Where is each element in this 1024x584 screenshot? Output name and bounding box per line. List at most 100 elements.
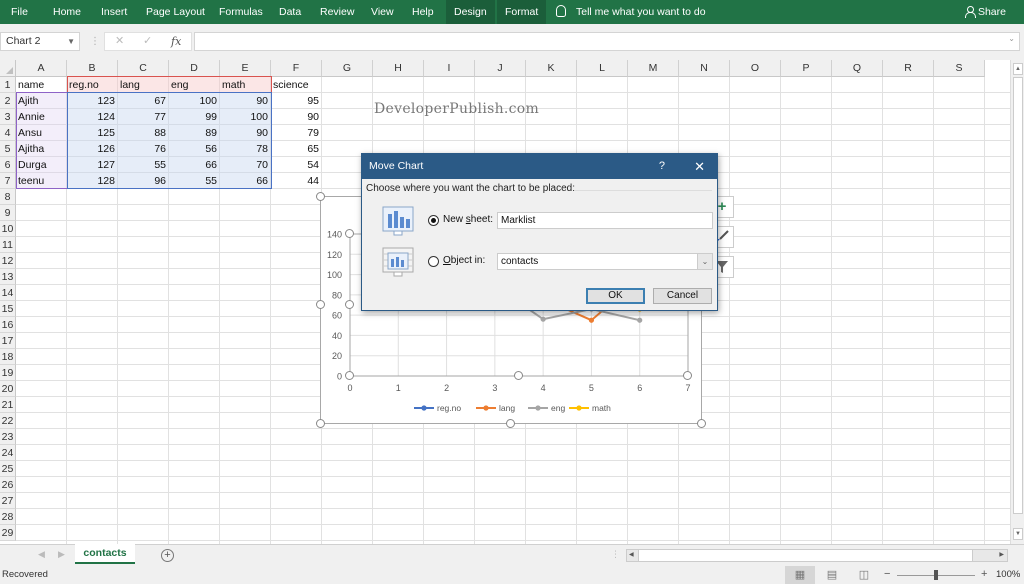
cell-F7[interactable]: 44 [271, 173, 321, 189]
column-header-A[interactable]: A [16, 60, 67, 77]
cell-D7[interactable]: 55 [169, 173, 219, 189]
plot-area-resize-handle[interactable] [683, 371, 692, 380]
chevron-down-icon[interactable]: ▼ [67, 33, 75, 50]
cell-D1[interactable]: eng [169, 77, 219, 93]
row-header-18[interactable]: 18 [0, 349, 16, 365]
cell-A4[interactable]: Ansu [16, 125, 66, 141]
row-header-9[interactable]: 9 [0, 205, 16, 221]
normal-view-button[interactable]: ▦ [785, 566, 815, 584]
next-sheet-icon[interactable]: ▶ [58, 549, 65, 560]
cell-A1[interactable]: name [16, 77, 66, 93]
column-header-E[interactable]: E [220, 60, 271, 77]
row-header-15[interactable]: 15 [0, 301, 16, 317]
cell-F5[interactable]: 65 [271, 141, 321, 157]
row-header-16[interactable]: 16 [0, 317, 16, 333]
column-header-N[interactable]: N [679, 60, 730, 77]
cell-E3[interactable]: 100 [220, 109, 270, 125]
page-layout-view-button[interactable]: ▤ [817, 566, 847, 584]
cell-A6[interactable]: Durga [16, 157, 66, 173]
insert-function-icon[interactable]: fx [171, 33, 181, 50]
cell-D2[interactable]: 100 [169, 93, 219, 109]
row-header-7[interactable]: 7 [0, 173, 16, 189]
cell-C5[interactable]: 76 [118, 141, 168, 157]
expand-formula-icon[interactable]: ⌄ [1008, 34, 1015, 43]
cell-F2[interactable]: 95 [271, 93, 321, 109]
cell-A3[interactable]: Annie [16, 109, 66, 125]
sheet-tab-contacts[interactable]: contacts [75, 544, 135, 564]
cell-C7[interactable]: 96 [118, 173, 168, 189]
column-header-O[interactable]: O [730, 60, 781, 77]
zoom-out-button[interactable]: − [884, 568, 890, 580]
select-all-corner[interactable] [0, 60, 16, 77]
cell-B7[interactable]: 128 [67, 173, 117, 189]
cell-E2[interactable]: 90 [220, 93, 270, 109]
column-header-I[interactable]: I [424, 60, 475, 77]
row-header-6[interactable]: 6 [0, 157, 16, 173]
scroll-left-icon[interactable]: ◀ [629, 550, 634, 561]
row-header-8[interactable]: 8 [0, 189, 16, 205]
horizontal-scroll-thumb[interactable] [638, 550, 973, 561]
row-header-21[interactable]: 21 [0, 397, 16, 413]
column-header-F[interactable]: F [271, 60, 322, 77]
new-sheet-name-input[interactable]: Marklist [497, 212, 713, 229]
cell-A7[interactable]: teenu [16, 173, 66, 189]
ribbon-tab-view[interactable]: View [371, 0, 394, 24]
help-button[interactable]: ? [659, 154, 665, 179]
cell-C4[interactable]: 88 [118, 125, 168, 141]
cell-E7[interactable]: 66 [220, 173, 270, 189]
ribbon-tab-review[interactable]: Review [320, 0, 354, 24]
column-header-H[interactable]: H [373, 60, 424, 77]
cell-E1[interactable]: math [220, 77, 270, 93]
cell-B6[interactable]: 127 [67, 157, 117, 173]
close-button[interactable]: ✕ [694, 154, 705, 179]
cancel-button[interactable]: Cancel [653, 288, 712, 304]
row-header-17[interactable]: 17 [0, 333, 16, 349]
enter-icon[interactable]: ✓ [143, 33, 152, 50]
ribbon-tab-home[interactable]: Home [53, 0, 81, 24]
ribbon-tab-format[interactable]: Format [497, 0, 547, 24]
ribbon-tab-insert[interactable]: Insert [101, 0, 127, 24]
chart-resize-handle[interactable] [316, 419, 325, 428]
chart-resize-handle[interactable] [697, 419, 706, 428]
prev-sheet-icon[interactable]: ◀ [38, 549, 45, 560]
vertical-scrollbar[interactable]: ▲ ▼ [1010, 60, 1024, 544]
scroll-up-icon[interactable]: ▲ [1013, 63, 1023, 75]
chevron-down-icon[interactable]: ⌄ [697, 254, 712, 269]
column-header-D[interactable]: D [169, 60, 220, 77]
cell-D5[interactable]: 56 [169, 141, 219, 157]
cell-A2[interactable]: Ajith [16, 93, 66, 109]
cancel-icon[interactable]: ✕ [115, 33, 124, 50]
cell-B2[interactable]: 123 [67, 93, 117, 109]
cell-B3[interactable]: 124 [67, 109, 117, 125]
row-header-25[interactable]: 25 [0, 461, 16, 477]
page-break-view-button[interactable]: ◫ [849, 566, 879, 584]
plot-area-resize-handle[interactable] [514, 371, 523, 380]
row-header-20[interactable]: 20 [0, 381, 16, 397]
zoom-in-button[interactable]: + [981, 568, 987, 580]
ribbon-tab-help[interactable]: Help [412, 0, 434, 24]
tab-split-grip[interactable]: ⋮ [611, 549, 620, 560]
row-header-5[interactable]: 5 [0, 141, 16, 157]
ok-button[interactable]: OK [586, 288, 645, 304]
cell-D6[interactable]: 66 [169, 157, 219, 173]
ribbon-tab-formulas[interactable]: Formulas [219, 0, 263, 24]
cell-F1[interactable]: science [271, 77, 321, 93]
column-header-S[interactable]: S [934, 60, 985, 77]
ribbon-tab-page-layout[interactable]: Page Layout [146, 0, 205, 24]
column-header-B[interactable]: B [67, 60, 118, 77]
scroll-right-icon[interactable]: ▶ [999, 550, 1004, 561]
formula-input[interactable]: ⌄ [194, 32, 1020, 51]
row-header-26[interactable]: 26 [0, 477, 16, 493]
cell-D3[interactable]: 99 [169, 109, 219, 125]
share-button[interactable]: Share [964, 0, 1006, 24]
cell-C2[interactable]: 67 [118, 93, 168, 109]
object-in-radio[interactable] [428, 256, 439, 267]
cell-E4[interactable]: 90 [220, 125, 270, 141]
row-header-23[interactable]: 23 [0, 429, 16, 445]
ribbon-tab-data[interactable]: Data [279, 0, 301, 24]
object-in-select[interactable]: contacts ⌄ [497, 253, 713, 270]
row-header-27[interactable]: 27 [0, 493, 16, 509]
column-header-K[interactable]: K [526, 60, 577, 77]
horizontal-scrollbar[interactable]: ◀ ▶ [626, 549, 1008, 562]
cell-C1[interactable]: lang [118, 77, 168, 93]
